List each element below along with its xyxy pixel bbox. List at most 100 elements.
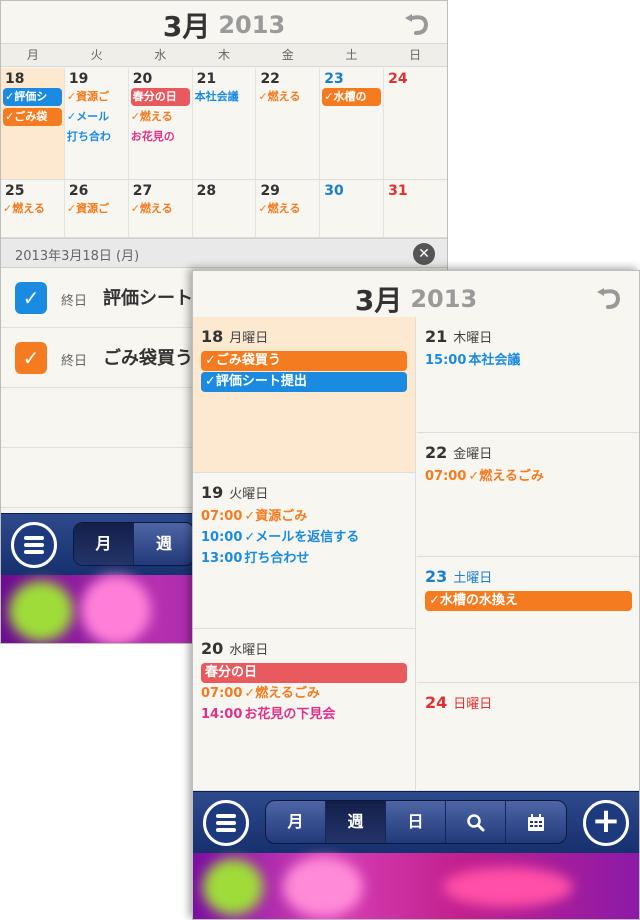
calendar-event[interactable]: ✓評価シ [3, 88, 62, 106]
event-time: 15:00 [425, 353, 467, 368]
day-of-week: 水曜日 [229, 643, 269, 658]
menu-icon[interactable] [11, 522, 57, 568]
close-icon[interactable]: ✕ [413, 243, 435, 265]
calendar-day-cell[interactable]: 28 [193, 180, 257, 237]
week-day-cell[interactable]: 21 木曜日 15:00 本社会議 [417, 317, 639, 433]
calendar-event[interactable]: ✓燃える [258, 88, 317, 106]
calendar-week-row: 25 ✓燃える 26 ✓資源ご 27 ✓燃える 28 29 ✓燃える 30 31 [1, 180, 447, 238]
calendar-event[interactable]: 07:00 ✓資源ごみ [201, 507, 407, 527]
day-number: 29 [260, 183, 280, 199]
event-title: ✓資源ごみ [244, 509, 308, 524]
calendar-day-cell[interactable]: 23 ✓水槽の [320, 68, 385, 179]
weekday-label: 日 [409, 48, 422, 62]
search-icon [466, 813, 484, 831]
weekday-label: 金 [281, 48, 294, 62]
tab-week[interactable]: 週 [134, 523, 194, 565]
ad-image [203, 859, 263, 915]
event-title: 打ち合わせ [244, 551, 310, 566]
day-of-week: 木曜日 [453, 331, 493, 346]
event-title: ✓燃えるごみ [468, 469, 544, 484]
calendar-day-cell[interactable]: 24 [384, 68, 447, 179]
week-day-cell[interactable]: 20 水曜日春分の日 07:00 ✓燃えるごみ 14:00 お花見の下見会 [193, 629, 415, 791]
week-day-cell[interactable]: 24 日曜日 [417, 683, 639, 791]
ad-image [283, 857, 363, 917]
calendar-event[interactable]: ✓評価シート提出 [201, 372, 407, 392]
calendar-event[interactable]: お花見の [131, 128, 190, 146]
checkbox-icon[interactable]: ✓ [15, 282, 47, 314]
week-day-cell[interactable]: 22 金曜日 07:00 ✓燃えるごみ [417, 433, 639, 557]
week-day-heading: 23 土曜日 [425, 567, 632, 589]
day-number: 28 [196, 183, 217, 199]
checkbox-icon[interactable]: ✓ [15, 342, 47, 374]
event-time: 13:00 [201, 551, 243, 566]
calendar-event[interactable]: 07:00 ✓燃えるごみ [201, 684, 407, 704]
calendar-day-cell[interactable]: 31 [384, 180, 447, 237]
calendar-event[interactable]: 15:00 本社会議 [425, 351, 632, 371]
calendar-event[interactable]: ✓水槽の水換え [425, 591, 632, 611]
tab-day[interactable]: 日 [386, 801, 446, 843]
calendar-event[interactable]: 本社会議 [195, 88, 254, 106]
event-time: 10:00 [201, 530, 243, 545]
day-of-week: 金曜日 [453, 447, 493, 462]
calendar-day-cell[interactable]: 29 ✓燃える [256, 180, 321, 237]
week-day-heading: 21 木曜日 [425, 327, 632, 349]
week-header: 3月 2013 [193, 271, 639, 317]
calendar-event[interactable]: ✓燃える [3, 200, 62, 218]
calendar-button[interactable] [506, 801, 566, 843]
week-day-cell[interactable]: 18 月曜日 ✓ごみ袋買う ✓評価シート提出 [193, 317, 415, 473]
add-event-button[interactable]: + [583, 800, 629, 846]
calendar-event[interactable]: ✓ごみ袋 [3, 108, 62, 126]
week-right-column: 21 木曜日 15:00 本社会議 22 金曜日 07:00 ✓燃えるごみ 23 土曜日 ✓水槽の水… [417, 317, 639, 791]
ad-banner[interactable] [193, 853, 639, 919]
calendar-event[interactable]: 14:00 お花見の下見会 [201, 705, 407, 725]
calendar-day-cell[interactable]: 20 春分の日 ✓燃える お花見の [129, 68, 193, 179]
day-number: 27 [132, 183, 153, 199]
calendar-event[interactable]: 10:00 ✓メールを返信する [201, 528, 407, 548]
todo-when: 終日 [61, 294, 88, 309]
day-number: 26 [68, 183, 89, 199]
tab-month[interactable]: 月 [266, 801, 326, 843]
week-left-column: 18 月曜日 ✓ごみ袋買う ✓評価シート提出 19 火曜日 07:00 ✓資源ごみ 10:00 ✓… [193, 317, 416, 791]
calendar-event[interactable]: ✓資源ご [67, 200, 126, 218]
calendar-event[interactable]: 打ち合わ [67, 128, 126, 146]
calendar-day-cell[interactable]: 26 ✓資源ご [65, 180, 129, 237]
tab-month[interactable]: 月 [74, 523, 134, 565]
calendar-day-cell[interactable]: 22 ✓燃える [256, 68, 321, 179]
calendar-event[interactable]: ✓燃える [258, 200, 317, 218]
search-button[interactable] [446, 801, 506, 843]
undo-icon[interactable] [403, 7, 433, 37]
weekday-label: 木 [218, 48, 231, 62]
calendar-day-cell[interactable]: 19 ✓資源ご ✓メール 打ち合わ [65, 68, 129, 179]
undo-icon[interactable] [595, 281, 625, 311]
calendar-event[interactable]: 春分の日 [201, 663, 407, 683]
day-number: 20 [201, 639, 224, 658]
calendar-day-cell[interactable]: 30 [320, 180, 385, 237]
event-title: ✓ごみ袋買う [205, 353, 281, 368]
calendar-event[interactable]: ✓メール [67, 108, 126, 126]
event-title: ✓メールを返信する [244, 530, 360, 545]
calendar-event[interactable]: ✓燃える [131, 200, 190, 218]
calendar-event[interactable]: 13:00 打ち合わせ [201, 549, 407, 569]
week-day-heading: 20 水曜日 [201, 639, 407, 661]
calendar-day-cell[interactable]: 27 ✓燃える [129, 180, 193, 237]
month-header: 3月 2013 [1, 1, 447, 43]
calendar-event[interactable]: 春分の日 [130, 88, 190, 106]
calendar-day-cell[interactable]: 25 ✓燃える [1, 180, 65, 237]
calendar-event[interactable]: 07:00 ✓燃えるごみ [425, 467, 632, 487]
calendar-event[interactable]: ✓燃える [131, 108, 190, 126]
week-day-cell[interactable]: 23 土曜日 ✓水槽の水換え [417, 557, 639, 683]
calendar-event[interactable]: ✓資源ご [67, 88, 126, 106]
tab-week[interactable]: 週 [326, 801, 386, 843]
calendar-event[interactable]: ✓ごみ袋買う [201, 351, 407, 371]
calendar-day-cell[interactable]: 18 ✓評価シ ✓ごみ袋 [1, 68, 65, 179]
todo-title: ごみ袋買う [103, 348, 193, 369]
weekday-header: 月 火 水 木 金 土 日 [1, 43, 447, 67]
menu-icon[interactable] [203, 800, 249, 846]
calendar-event[interactable]: ✓水槽の [322, 88, 382, 106]
day-number: 31 [388, 183, 408, 199]
event-title: ✓燃えるごみ [244, 686, 320, 701]
day-number: 24 [425, 693, 448, 712]
calendar-day-cell[interactable]: 21 本社会議 [193, 68, 257, 179]
week-day-cell[interactable]: 19 火曜日 07:00 ✓資源ごみ 10:00 ✓メールを返信する 13:00 打ち合わせ [193, 473, 415, 629]
year-title: 2013 [410, 285, 478, 313]
